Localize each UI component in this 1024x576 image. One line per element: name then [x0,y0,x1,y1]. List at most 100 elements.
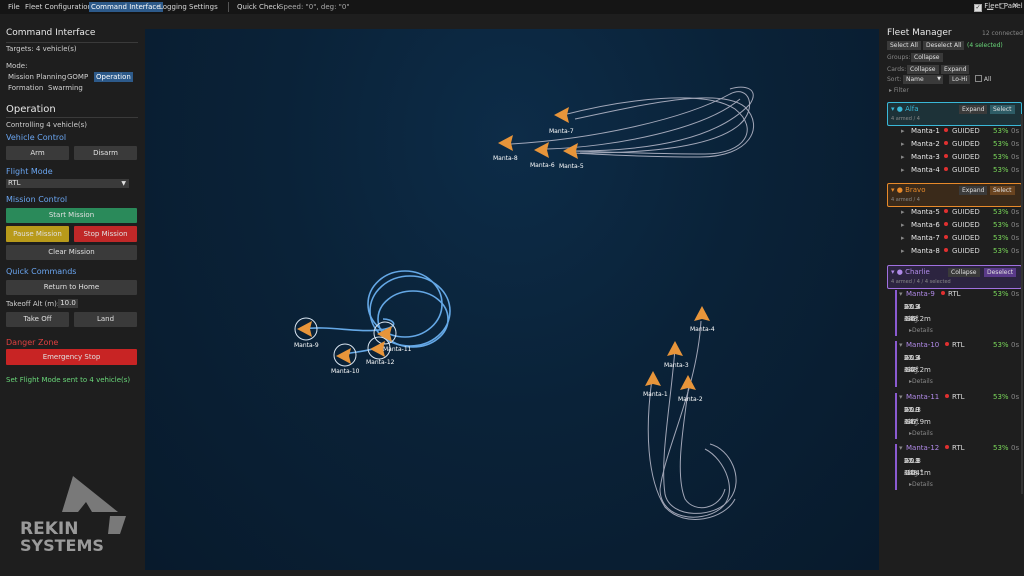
group-bravo-expand-button[interactable]: Expand [959,186,988,195]
emergency-stop-button[interactable]: Emergency Stop [6,349,137,365]
vehicle-mode: RTL [948,290,961,298]
stop-mission-button[interactable]: Stop Mission [74,226,137,242]
chevron-down-icon: ▼ [937,76,941,82]
vehicle-row-manta-4[interactable]: ▸ Manta-4 GUIDED 53% 0s [901,166,1020,178]
group-alfa-expand-button[interactable]: Expand [959,105,988,114]
vehicle-row-manta-5[interactable]: ▸ Manta-5 GUIDED 53% 0s [901,208,1020,220]
groups-label: Groups: [887,54,911,61]
details-toggle[interactable]: ▸ Details [909,327,933,334]
fleet-scrollbar[interactable] [1021,114,1023,494]
maximize-icon[interactable]: ◻ [999,1,1006,10]
mode-mission-planning[interactable]: Mission Planning [8,72,66,82]
vehicle-age: 0s [1011,444,1020,452]
pause-mission-button[interactable]: Pause Mission [6,226,69,242]
clear-mission-button[interactable]: Clear Mission [6,245,137,260]
flight-mode-select[interactable]: RTL ▼ [6,179,129,188]
vehicle-row-manta-7[interactable]: ▸ Manta-7 GUIDED 53% 0s [901,234,1020,246]
vehicle-mode: GUIDED [952,140,980,148]
land-button[interactable]: Land [74,312,137,327]
cards-collapse-button[interactable]: Collapse [907,65,939,74]
filter-toggle[interactable]: ▸ Filter [889,87,909,94]
group-alfa-header[interactable]: ▾ ● Alfa Expand Select 4 armed / 4 [887,102,1022,126]
label-manta-1: Manta-1 [643,391,668,398]
vehicle-card-manta-10[interactable]: ▾ Manta-10 RTL 53% 0s GS 22.2 AS 21.9 VS… [895,341,1022,387]
group-alfa-select-button[interactable]: Select [990,105,1015,114]
vehicle-name: Manta-1 [911,127,940,135]
hdg-value: -104° [904,469,924,477]
details-toggle[interactable]: ▸ Details [909,378,933,385]
vehicle-row-manta-1[interactable]: ▸ Manta-1 GUIDED 53% 0s [901,127,1020,139]
marker-manta-5 [563,143,578,159]
quick-check-button[interactable]: Quick Check [237,3,281,11]
vehicle-mode: GUIDED [952,127,980,135]
vehicle-row-manta-3[interactable]: ▸ Manta-3 GUIDED 53% 0s [901,153,1020,165]
take-off-button[interactable]: Take Off [6,312,69,327]
map-view[interactable]: Manta-7 Manta-8 Manta-6 Manta-5 Manta-9 … [145,29,879,570]
sort-order-button[interactable]: Lo-Hi [949,75,971,84]
rekin-logo: REKIN SYSTEMS [18,474,133,555]
vehicle-mode: GUIDED [952,166,980,174]
vs-value: +0.3 [904,406,921,414]
menu-command-interface[interactable]: Command Interface [89,2,163,12]
hdg-value: -96° [904,315,919,323]
collapse-icon: ▾ [899,341,903,349]
vehicle-row-manta-8[interactable]: ▸ Manta-8 GUIDED 53% 0s [901,247,1020,259]
marker-manta-8 [498,135,513,151]
label-manta-5: Manta-5 [559,163,584,170]
status-dot [941,291,945,295]
vehicle-battery: 53% [993,290,1009,298]
takeoff-alt-input[interactable]: 10.0 [58,299,78,308]
group-bravo-header[interactable]: ▾ ● Bravo Expand Select 4 armed / 4 [887,183,1022,207]
cards-label: Cards: [887,66,907,73]
mode-gomp[interactable]: GOMP [67,72,88,82]
group-charlie-deselect-button[interactable]: Deselect [984,268,1017,277]
group-charlie-name: Charlie [905,268,930,276]
menu-logging[interactable]: Logging [159,3,187,11]
vehicle-battery: 53% [993,393,1009,401]
label-manta-3: Manta-3 [664,362,689,369]
vehicle-card-manta-9[interactable]: ▾ Manta-9 RTL 53% 0s GS 22.2 AS 21.9 VS … [895,290,1022,336]
mode-formation[interactable]: Formation [8,83,43,93]
menu-bar: File Fleet Configuration Command Interfa… [0,0,1024,14]
collapse-icon: ▾ [899,393,903,401]
group-charlie-title: ▾ ● Charlie [891,268,930,276]
vehicle-card-manta-12[interactable]: ▾ Manta-12 RTL 53% 0s GS 22.1 AS 21.8 VS… [895,444,1022,490]
return-home-button[interactable]: Return to Home [6,280,137,295]
vehicle-battery: 53% [993,234,1009,242]
vehicle-battery: 53% [993,341,1009,349]
status-dot [944,209,948,213]
vehicle-mode: RTL [952,444,965,452]
menu-settings[interactable]: Settings [189,3,218,11]
details-toggle[interactable]: ▸ Details [909,481,933,488]
vehicle-row-manta-6[interactable]: ▸ Manta-6 GUIDED 53% 0s [901,221,1020,233]
divider [6,117,138,118]
status-dot [944,235,948,239]
mode-operation[interactable]: Operation [94,72,133,82]
start-mission-button[interactable]: Start Mission [6,208,137,223]
deselect-all-button[interactable]: Deselect All [923,41,965,50]
group-bravo-select-button[interactable]: Select [990,186,1015,195]
close-icon[interactable]: ✕ [1012,1,1019,10]
groups-collapse-button[interactable]: Collapse [911,53,943,62]
all-checkbox[interactable]: All [975,75,991,83]
vehicle-age: 0s [1011,247,1020,255]
vehicle-battery: 53% [993,166,1009,174]
group-charlie-header[interactable]: ▾ ● Charlie Collapse Deselect 4 armed / … [887,265,1022,289]
arm-button[interactable]: Arm [6,146,69,160]
flight-mode-value: RTL [8,179,21,187]
vehicle-row-manta-2[interactable]: ▸ Manta-2 GUIDED 53% 0s [901,140,1020,152]
select-all-button[interactable]: Select All [887,41,921,50]
vehicle-control-header: Vehicle Control [6,133,67,142]
vehicle-card-manta-11[interactable]: ▾ Manta-11 RTL 53% 0s GS 22.0 AS 21.8 VS… [895,393,1022,439]
panel-title: Command Interface [6,28,96,38]
label-manta-2: Manta-2 [678,396,703,403]
minimize-icon[interactable]: ▁ [987,1,993,10]
group-charlie-collapse-button[interactable]: Collapse [948,268,980,277]
disarm-button[interactable]: Disarm [74,146,137,160]
cards-expand-button[interactable]: Expand [941,65,970,74]
mode-swarming[interactable]: Swarming [48,83,83,93]
menu-file[interactable]: File [8,3,20,11]
menu-fleet-configuration[interactable]: Fleet Configuration [25,3,92,11]
details-toggle[interactable]: ▸ Details [909,430,933,437]
sort-select[interactable]: Name ▼ [903,75,943,84]
